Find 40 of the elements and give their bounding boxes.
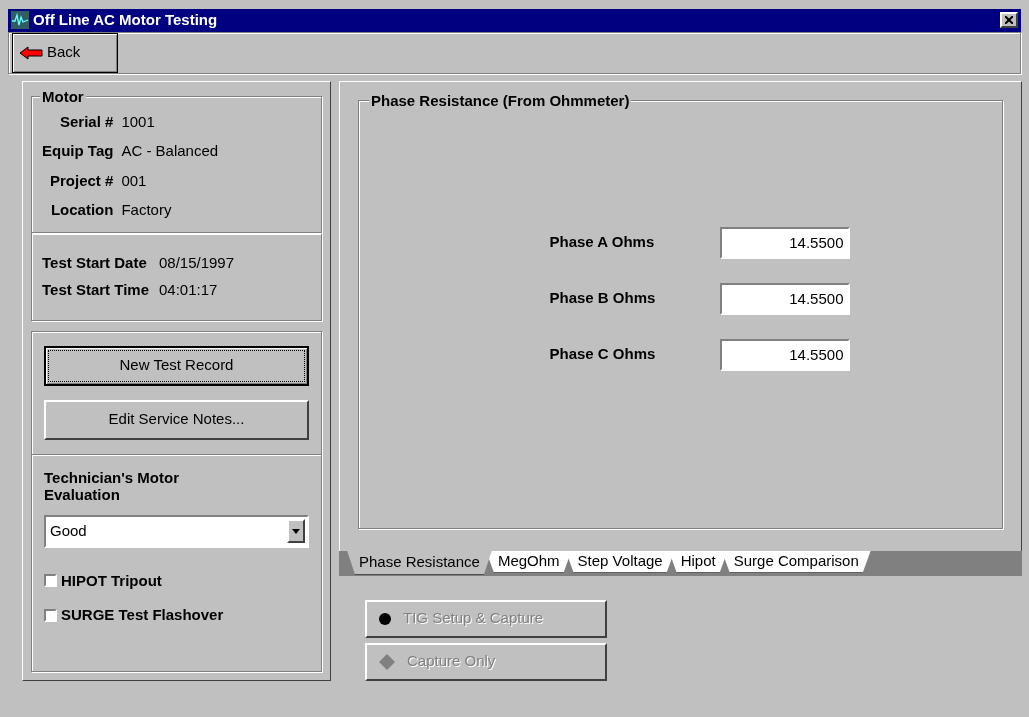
capture-button: TIG Setup & Capture — [365, 599, 607, 638]
field-label: Project # — [49, 170, 114, 191]
field-label: Test Start Time — [42, 280, 149, 300]
capture-button: Capture Only — [365, 642, 607, 681]
tab[interactable]: Phase Resistance — [347, 550, 492, 575]
field-label: Equip Tag — [42, 141, 114, 161]
field-value: Factory — [121, 200, 173, 220]
arrow-left-icon — [19, 45, 43, 60]
ohms-field[interactable]: 14.5500 — [719, 226, 850, 259]
field-label: Test Start Date — [42, 252, 148, 273]
waveform-icon — [11, 11, 29, 30]
checkbox-label: HIPOT Tripout — [61, 570, 162, 591]
checkbox-label: SURGE Test Flashover — [61, 605, 224, 625]
close-button[interactable] — [1000, 12, 1018, 29]
field-label: Serial # — [59, 111, 114, 132]
window-title: Off Line AC Motor Testing — [33, 10, 219, 30]
ohms-field[interactable]: 14.5500 — [719, 338, 850, 371]
diamond-icon — [379, 653, 395, 670]
field-label: Phase A Ohms — [549, 232, 656, 253]
checkbox[interactable] — [44, 608, 57, 622]
field-value: 1001 — [121, 111, 156, 132]
field-value: 04:01:17 — [159, 280, 219, 300]
circle-icon — [379, 612, 391, 625]
back-button[interactable]: Back — [12, 32, 118, 73]
checkbox[interactable] — [44, 574, 57, 588]
field-label: Phase C Ohms — [549, 344, 657, 365]
dropdown-button[interactable] — [287, 519, 305, 543]
record-button[interactable]: New Test Record — [44, 345, 309, 386]
field-label: Location — [49, 200, 114, 220]
caret-icon — [292, 528, 300, 534]
field-value: 08/15/1997 — [159, 252, 236, 273]
record-button[interactable]: Edit Service Notes... — [44, 399, 309, 440]
evaluation-dropdown[interactable]: Good — [44, 514, 309, 548]
ohms-field[interactable]: 14.5500 — [719, 282, 850, 315]
field-value: AC - Balanced — [121, 141, 220, 161]
evaluation-label: Technician's Motor Evaluation — [44, 468, 180, 503]
field-value: 001 — [121, 170, 148, 191]
field-label: Phase B Ohms — [549, 288, 657, 309]
close-icon — [1005, 16, 1013, 25]
tab[interactable]: Surge Comparison — [721, 550, 871, 573]
